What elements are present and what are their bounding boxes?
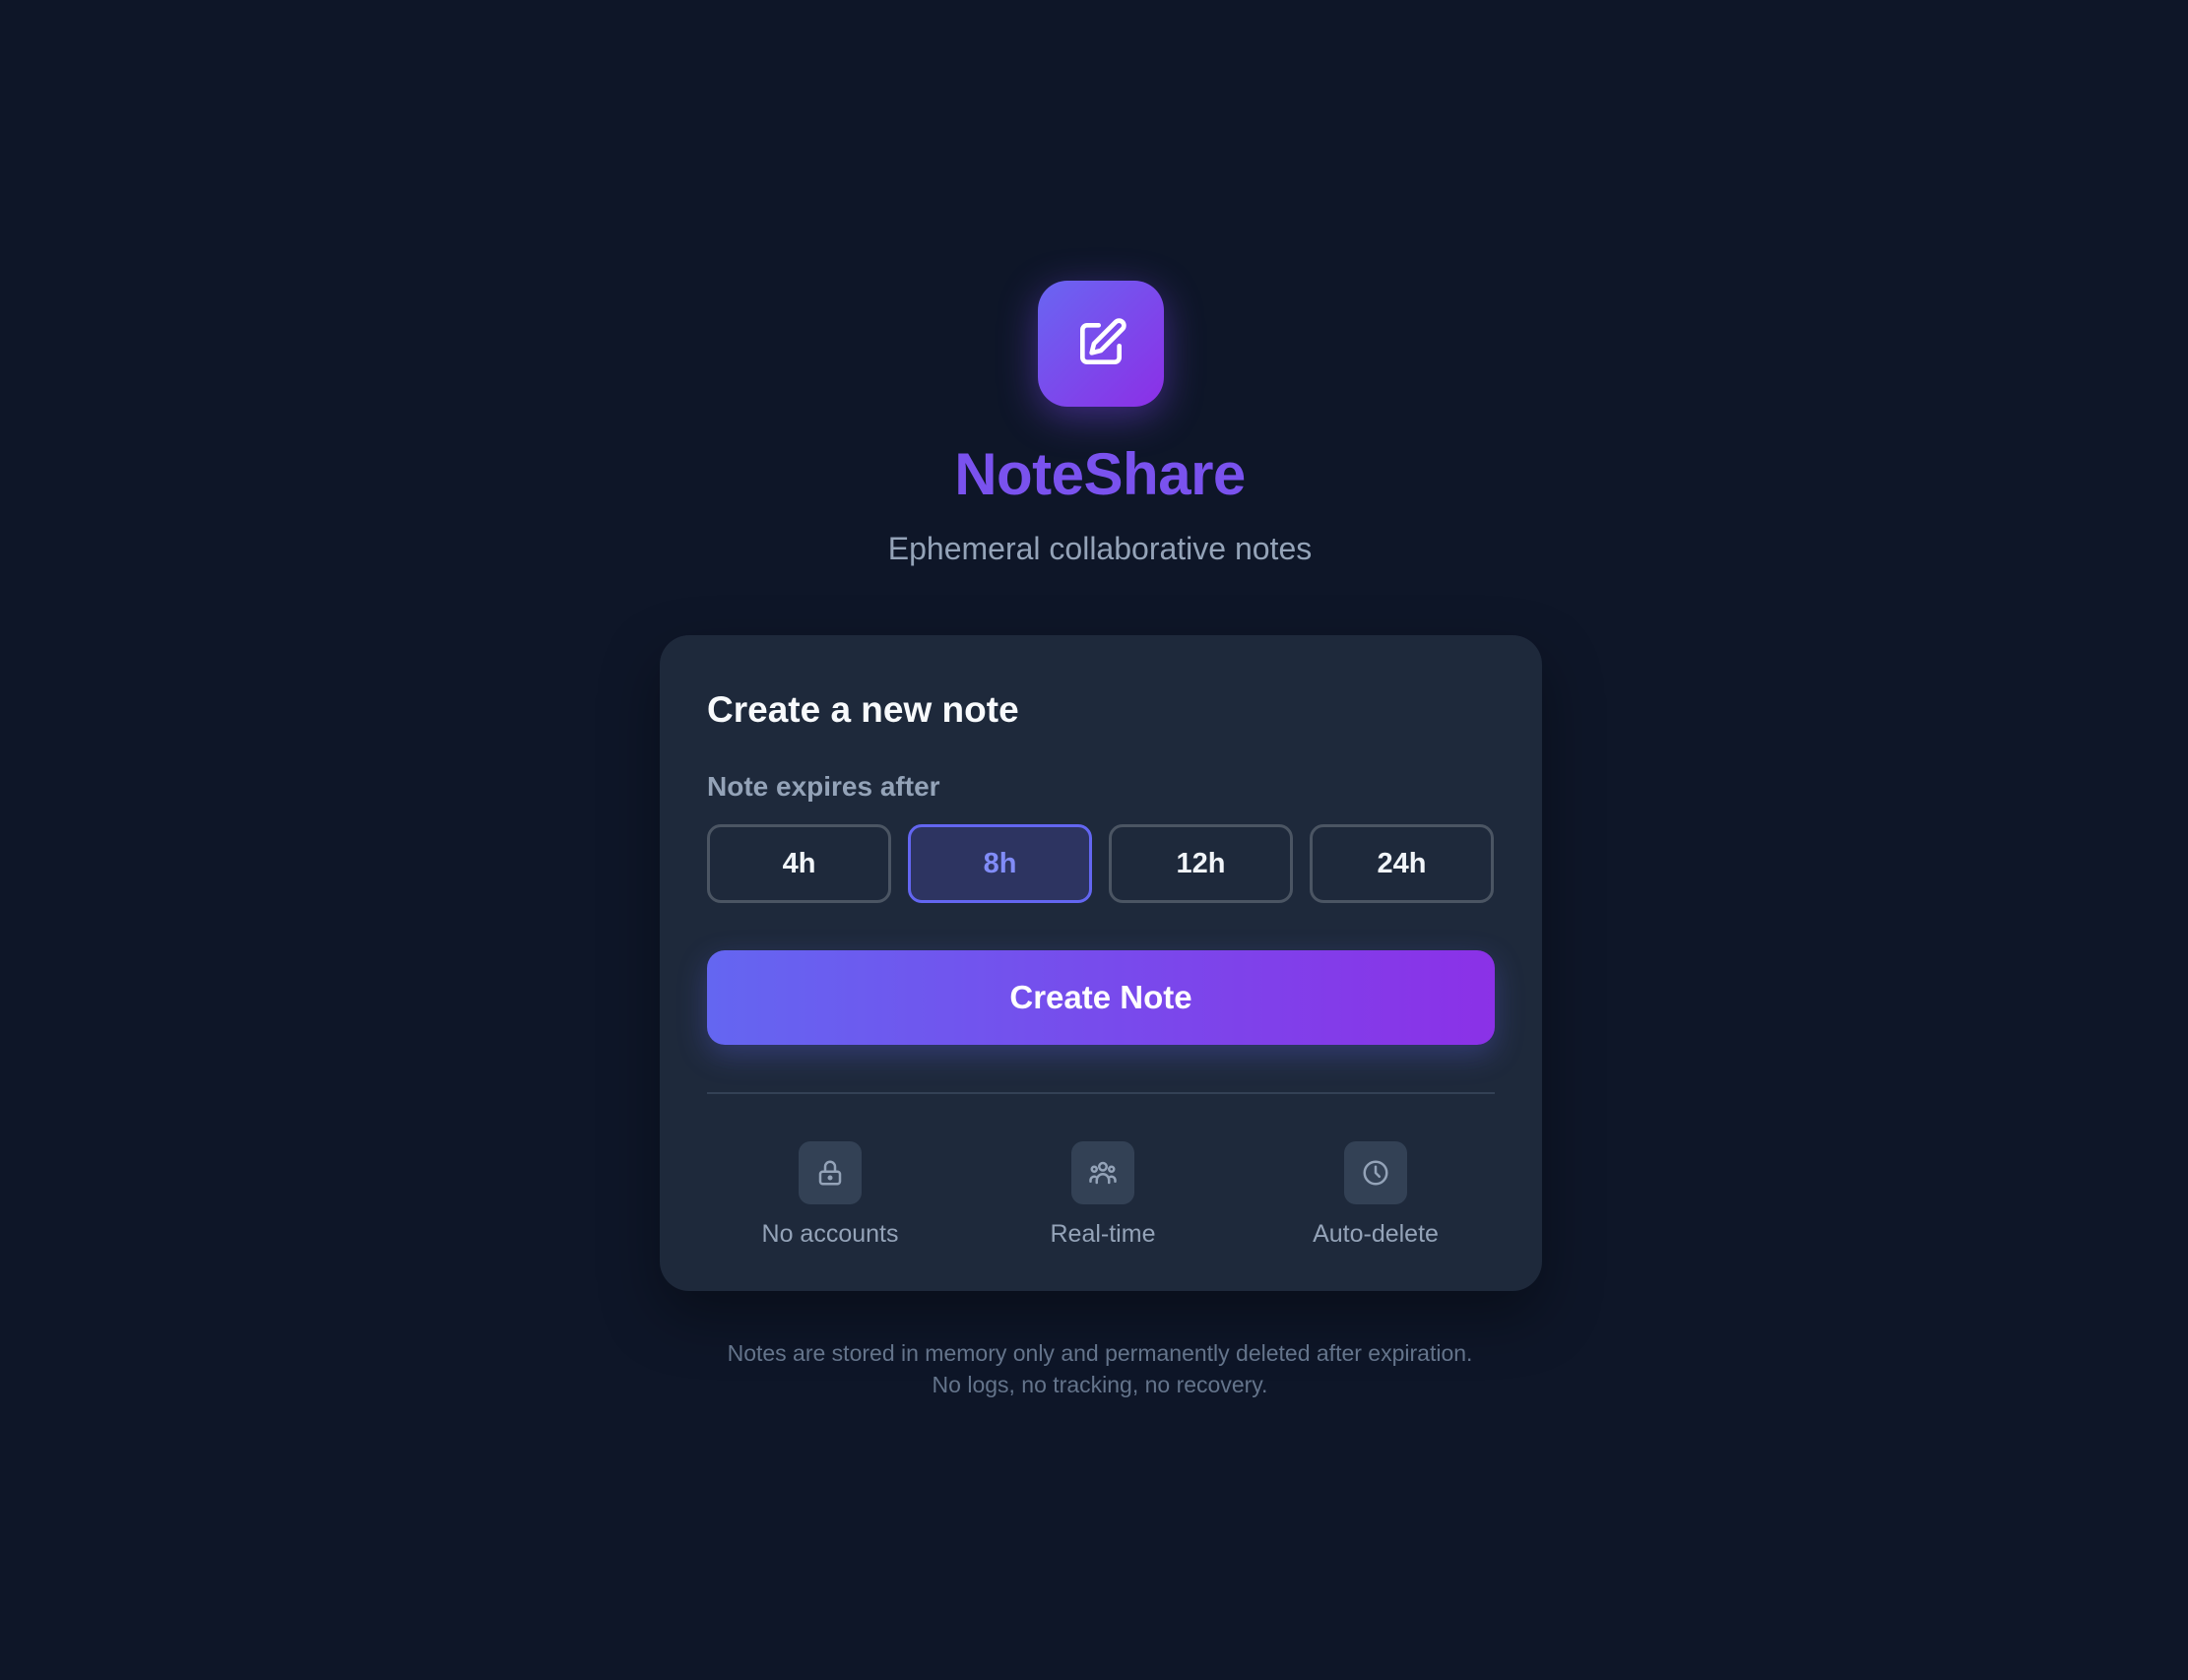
footer-note: Notes are stored in memory only and perm… — [0, 1337, 2188, 1400]
lock-icon — [799, 1141, 862, 1204]
users-icon — [1071, 1141, 1134, 1204]
feature-label: Auto-delete — [1313, 1220, 1439, 1248]
expiry-option-12h[interactable]: 12h — [1109, 824, 1293, 903]
expiry-option-24h[interactable]: 24h — [1310, 824, 1494, 903]
feature-label: Real-time — [1050, 1220, 1156, 1248]
feature-real-time: Real-time — [995, 1141, 1211, 1250]
app-subtitle: Ephemeral collaborative notes — [887, 531, 1313, 566]
feature-label: No accounts — [761, 1220, 899, 1248]
create-note-button[interactable]: Create Note — [707, 950, 1495, 1045]
divider — [707, 1092, 1495, 1094]
edit-note-icon — [1080, 318, 1126, 364]
app-title: NoteShare — [954, 441, 1246, 507]
expiry-label: Note expires after — [707, 771, 940, 802]
feature-auto-delete: Auto-delete — [1267, 1141, 1484, 1250]
card-title: Create a new note — [707, 689, 1019, 730]
expiry-option-4h[interactable]: 4h — [707, 824, 891, 903]
create-note-card: Create a new note Note expires after 4h … — [660, 635, 1542, 1291]
app-logo — [1038, 281, 1164, 407]
expiry-option-8h[interactable]: 8h — [908, 824, 1092, 903]
footer-line-2: No logs, no tracking, no recovery. — [932, 1372, 1268, 1397]
clock-icon — [1344, 1141, 1407, 1204]
expiry-options: 4h 8h 12h 24h — [707, 824, 1495, 903]
feature-no-accounts: No accounts — [722, 1141, 938, 1250]
footer-line-1: Notes are stored in memory only and perm… — [727, 1340, 1473, 1366]
